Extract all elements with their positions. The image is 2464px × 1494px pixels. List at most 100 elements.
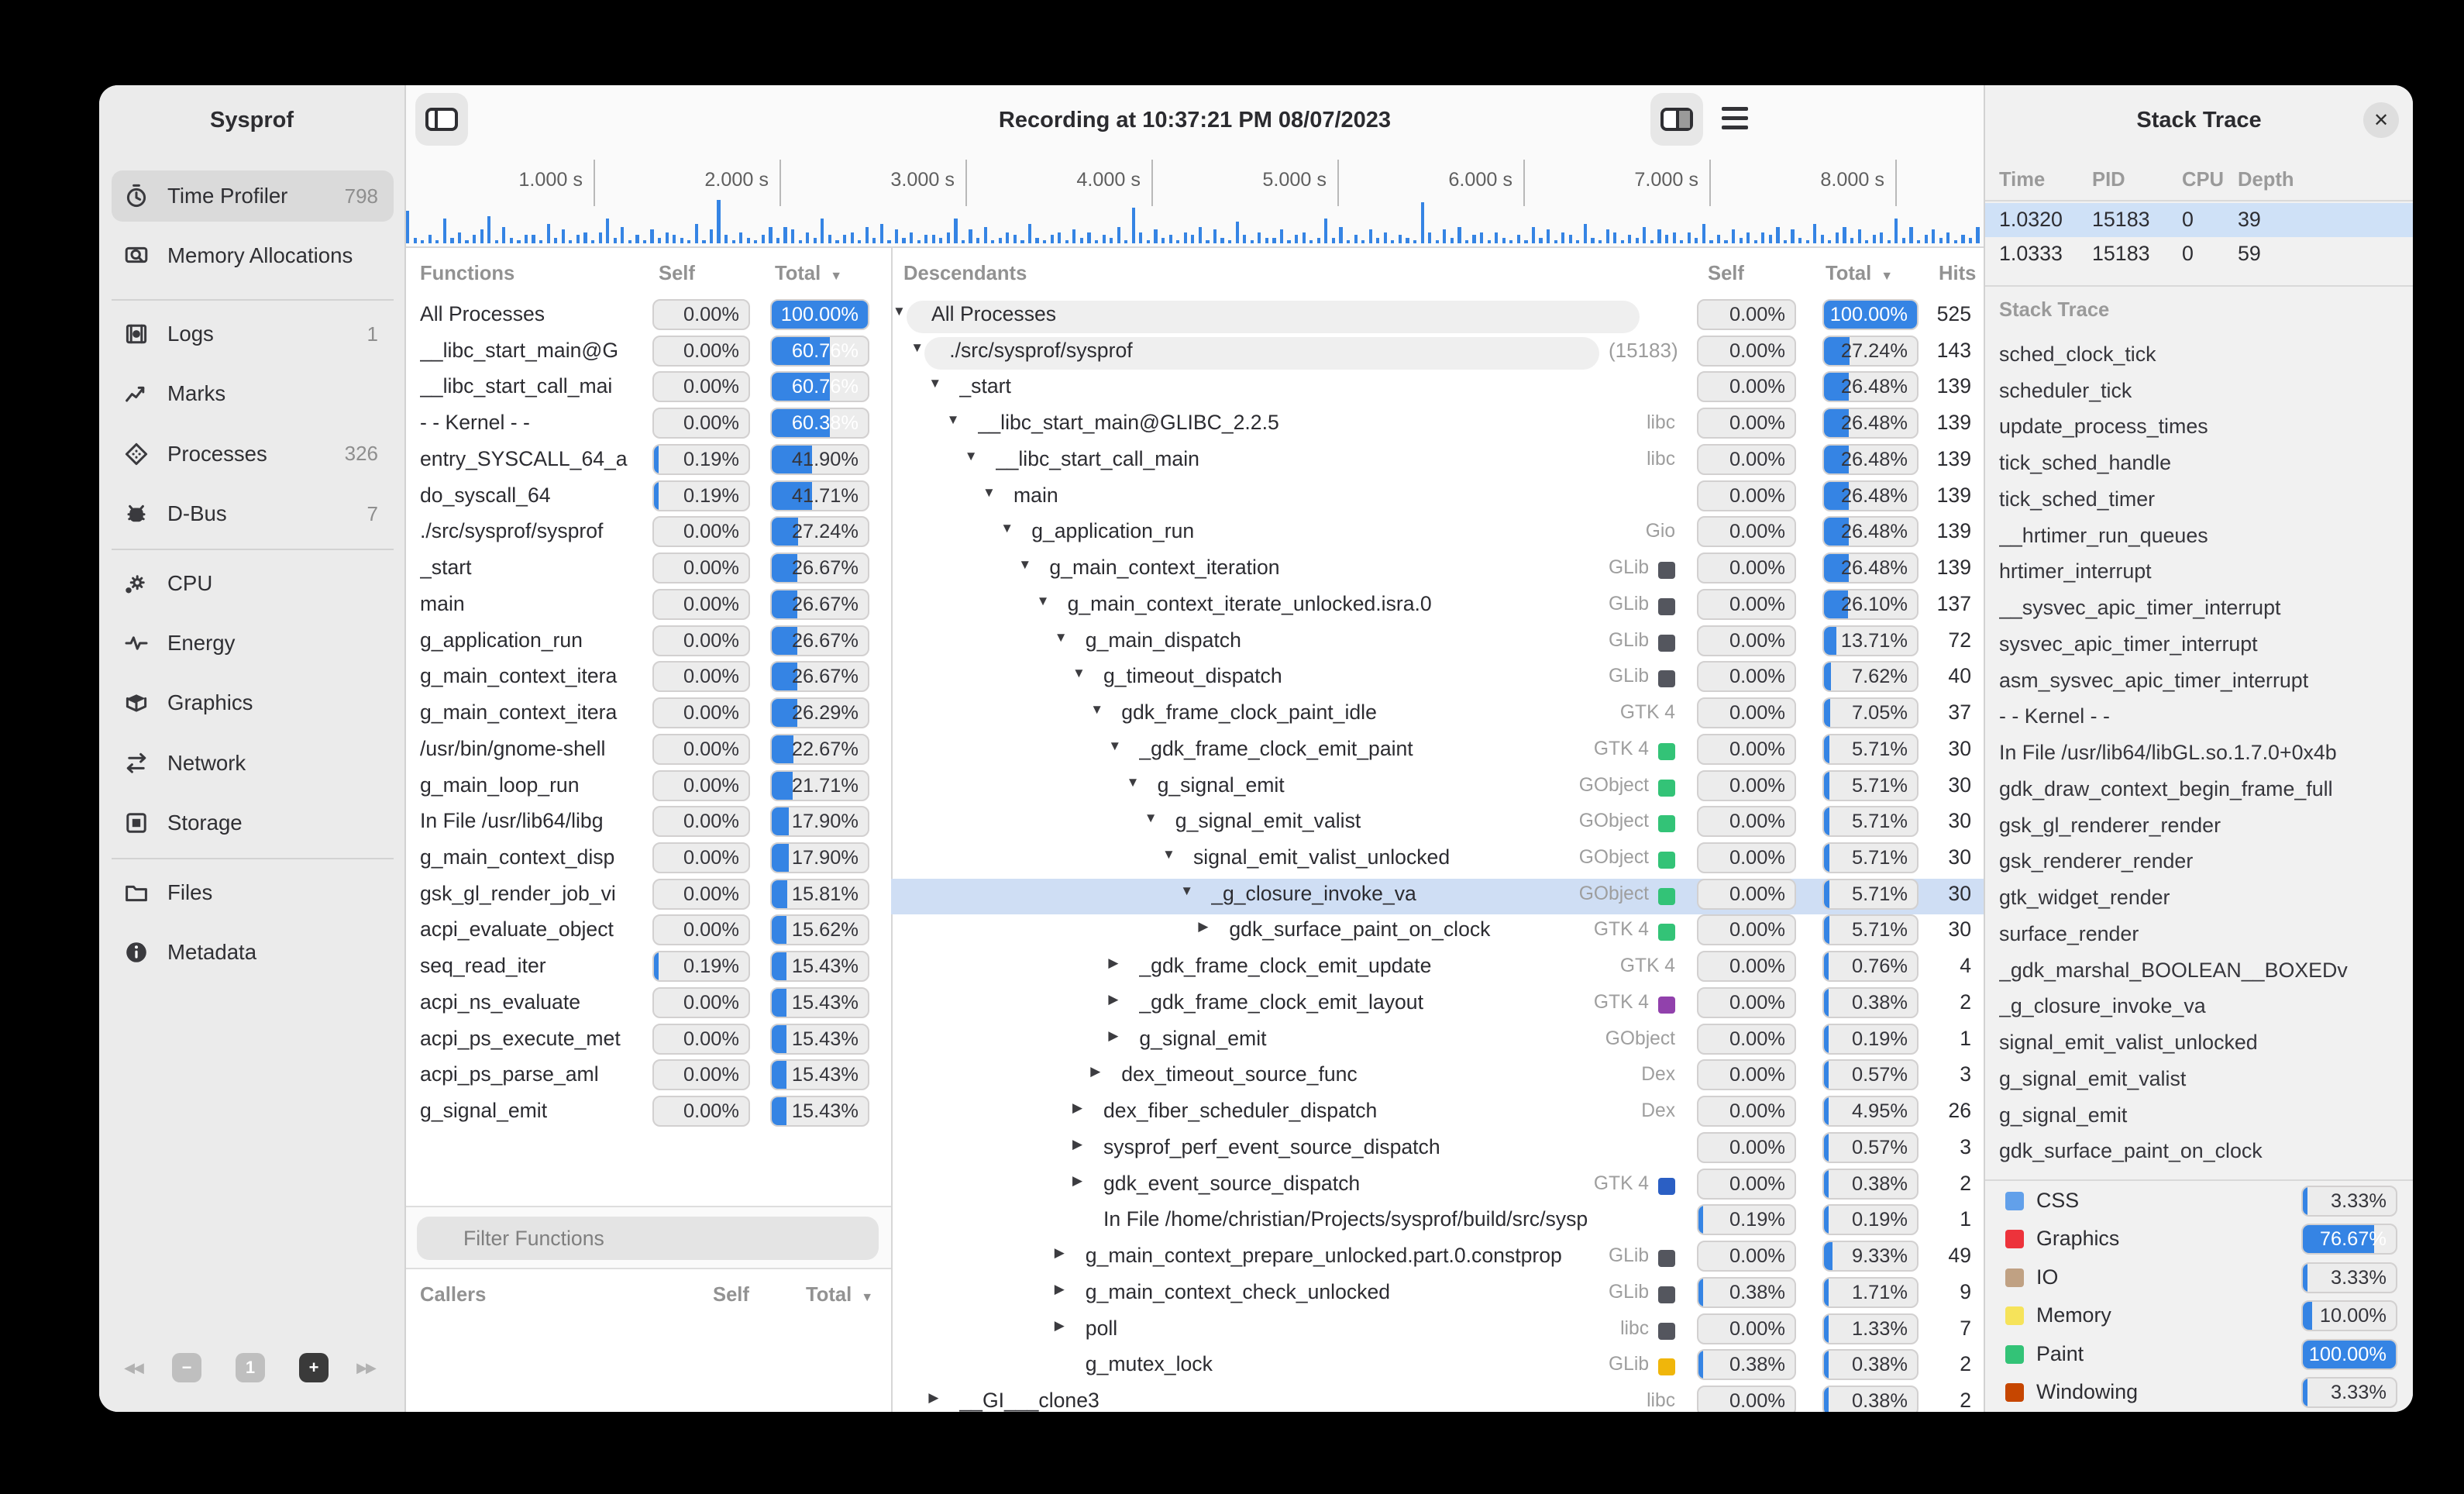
stack-frame[interactable]: tick_sched_handle xyxy=(1999,451,2407,487)
function-row[interactable]: gsk_gl_render_job_vi0.00%15.81% xyxy=(406,879,891,915)
expander-right-icon[interactable]: ▶ xyxy=(1072,1137,1082,1152)
tree-row[interactable]: ▼main0.00%26.48%139 xyxy=(891,480,1984,517)
tree-row[interactable]: ▼g_signal_emitGObject0.00%5.71%30 xyxy=(891,770,1984,807)
stack-frame[interactable]: __sysvec_apic_timer_interrupt xyxy=(1999,596,2407,632)
descendants-hits-header[interactable]: Hits xyxy=(1939,248,1976,299)
tree-row[interactable]: ▼./src/sysprof/sysprof(15183)0.00%27.24%… xyxy=(891,336,1984,372)
expander-down-icon[interactable]: ▼ xyxy=(965,449,978,464)
tree-row[interactable]: ▼_g_closure_invoke_vaGObject0.00%5.71%30 xyxy=(891,879,1984,915)
sidebar-item-memory-allocations[interactable]: Memory Allocations xyxy=(112,230,394,281)
stack-frame[interactable]: _gdk_marshal_BOOLEAN__BOXEDv xyxy=(1999,959,2407,995)
tree-row[interactable]: ▶dex_fiber_scheduler_dispatchDex0.00%4.9… xyxy=(891,1096,1984,1132)
cpu-column-header[interactable]: CPU xyxy=(2182,160,2224,200)
sidebar-toggle-button[interactable] xyxy=(415,93,468,146)
function-row[interactable]: acpi_ps_parse_aml0.00%15.43% xyxy=(406,1059,891,1096)
pid-column-header[interactable]: PID xyxy=(2092,160,2125,200)
sidebar-item-marks[interactable]: Marks xyxy=(112,368,394,419)
stack-frame[interactable]: gsk_gl_renderer_render xyxy=(1999,814,2407,850)
stack-frame[interactable]: surface_render xyxy=(1999,922,2407,959)
function-row[interactable]: g_application_run0.00%26.67% xyxy=(406,625,891,662)
stack-frame[interactable]: sysvec_apic_timer_interrupt xyxy=(1999,632,2407,669)
sidebar-item-graphics[interactable]: Graphics xyxy=(112,677,394,728)
tree-row[interactable]: ▶gdk_event_source_dispatchGTK 40.00%0.38… xyxy=(891,1169,1984,1205)
sidebar-item-processes[interactable]: Processes326 xyxy=(112,429,394,480)
expander-right-icon[interactable]: ▶ xyxy=(1108,955,1118,971)
expander-right-icon[interactable]: ▶ xyxy=(1108,992,1118,1007)
sidebar-item-cpu[interactable]: CPU xyxy=(112,558,394,609)
descendants-column-header[interactable]: Descendants xyxy=(903,248,1027,299)
function-row[interactable]: entry_SYSCALL_64_a0.19%41.90% xyxy=(406,444,891,480)
stack-frame[interactable]: gsk_renderer_render xyxy=(1999,849,2407,886)
zoom-in-button[interactable]: + xyxy=(299,1353,329,1382)
callers-self-header[interactable]: Self xyxy=(713,1269,749,1320)
tree-row[interactable]: ▼signal_emit_valist_unlockedGObject0.00%… xyxy=(891,842,1984,879)
last-page-button[interactable]: ▶▶ xyxy=(347,1353,384,1382)
sidebar-item-files[interactable]: Files xyxy=(112,867,394,918)
function-row[interactable]: /usr/bin/gnome-shell0.00%22.67% xyxy=(406,734,891,770)
function-row[interactable]: All Processes0.00%100.00% xyxy=(406,299,891,336)
descendants-self-header[interactable]: Self xyxy=(1708,248,1744,299)
function-row[interactable]: do_syscall_640.19%41.71% xyxy=(406,480,891,517)
tree-row[interactable]: ▼_gdk_frame_clock_emit_paintGTK 40.00%5.… xyxy=(891,734,1984,770)
function-row[interactable]: g_signal_emit0.00%15.43% xyxy=(406,1096,891,1132)
expander-down-icon[interactable]: ▼ xyxy=(1000,521,1013,536)
function-row[interactable]: seq_read_iter0.19%15.43% xyxy=(406,951,891,987)
expander-down-icon[interactable]: ▼ xyxy=(1180,883,1193,899)
function-row[interactable]: In File /usr/lib64/libg0.00%17.90% xyxy=(406,806,891,842)
stack-frame[interactable]: _g_closure_invoke_va xyxy=(1999,994,2407,1031)
tree-row[interactable]: ▼_start0.00%26.48%139 xyxy=(891,371,1984,408)
stack-frame[interactable]: asm_sysvec_apic_timer_interrupt xyxy=(1999,669,2407,705)
tree-row[interactable]: ▼g_signal_emit_valistGObject0.00%5.71%30 xyxy=(891,806,1984,842)
function-row[interactable]: - - Kernel - -0.00%60.38% xyxy=(406,408,891,444)
expander-down-icon[interactable]: ▼ xyxy=(928,376,941,391)
stack-frame[interactable]: g_signal_emit xyxy=(1999,1103,2407,1140)
first-page-button[interactable]: ◀◀ xyxy=(115,1353,152,1382)
stack-frame[interactable]: In File /usr/lib64/libGL.so.1.7.0+0x4b xyxy=(1999,741,2407,777)
function-row[interactable]: ./src/sysprof/sysprof0.00%27.24% xyxy=(406,516,891,553)
expander-right-icon[interactable]: ▶ xyxy=(1198,919,1208,935)
functions-total-header[interactable]: Total▼ xyxy=(775,248,842,299)
expander-down-icon[interactable]: ▼ xyxy=(910,340,924,356)
expander-down-icon[interactable]: ▼ xyxy=(1055,630,1068,645)
expander-right-icon[interactable]: ▶ xyxy=(1108,1028,1118,1044)
tree-row[interactable]: ▼g_main_dispatchGLib0.00%13.71%72 xyxy=(891,625,1984,662)
function-row[interactable]: g_main_context_itera0.00%26.67% xyxy=(406,661,891,697)
function-row[interactable]: __libc_start_main@G0.00%60.76% xyxy=(406,336,891,372)
tree-row[interactable]: ▼__libc_start_main@GLIBC_2.2.5libc0.00%2… xyxy=(891,408,1984,444)
filter-functions-input[interactable] xyxy=(417,1217,879,1260)
callers-total-header[interactable]: Total▼ xyxy=(806,1269,873,1320)
stack-frame[interactable]: gtk_widget_render xyxy=(1999,886,2407,922)
expander-down-icon[interactable]: ▼ xyxy=(1162,847,1175,862)
expander-right-icon[interactable]: ▶ xyxy=(1055,1318,1065,1334)
stack-frame[interactable]: update_process_times xyxy=(1999,415,2407,451)
stack-frame[interactable]: __hrtimer_run_queues xyxy=(1999,524,2407,560)
stack-sample-row[interactable]: 1.033315183059 xyxy=(1985,237,2413,271)
sidebar-item-d-bus[interactable]: D-Bus7 xyxy=(112,488,394,539)
stack-frame[interactable]: signal_emit_valist_unlocked xyxy=(1999,1031,2407,1067)
function-row[interactable]: main0.00%26.67% xyxy=(406,589,891,625)
tree-row[interactable]: ▼__libc_start_call_mainlibc0.00%26.48%13… xyxy=(891,444,1984,480)
function-row[interactable]: _start0.00%26.67% xyxy=(406,553,891,589)
expander-down-icon[interactable]: ▼ xyxy=(947,412,960,428)
callers-column-header[interactable]: Callers xyxy=(420,1269,486,1320)
function-row[interactable]: acpi_ns_evaluate0.00%15.43% xyxy=(406,987,891,1024)
stack-frame[interactable]: gdk_draw_context_begin_frame_full xyxy=(1999,777,2407,814)
tree-row[interactable]: ▶_gdk_frame_clock_emit_layoutGTK 40.00%0… xyxy=(891,987,1984,1024)
function-row[interactable]: acpi_ps_execute_met0.00%15.43% xyxy=(406,1024,891,1060)
tree-row[interactable]: ▼All Processes0.00%100.00%525 xyxy=(891,299,1984,336)
depth-column-header[interactable]: Depth xyxy=(2238,160,2294,200)
expander-down-icon[interactable]: ▼ xyxy=(1018,557,1031,573)
function-row[interactable]: __libc_start_call_mai0.00%60.76% xyxy=(406,371,891,408)
expander-right-icon[interactable]: ▶ xyxy=(1072,1100,1082,1116)
menu-button[interactable] xyxy=(1722,107,1748,132)
function-row[interactable]: g_main_context_disp0.00%17.90% xyxy=(406,842,891,879)
tree-row[interactable]: ▶sysprof_perf_event_source_dispatch0.00%… xyxy=(891,1132,1984,1169)
expander-down-icon[interactable]: ▼ xyxy=(1127,775,1140,790)
stack-frame[interactable]: tick_sched_timer xyxy=(1999,487,2407,524)
expander-right-icon[interactable]: ▶ xyxy=(928,1390,938,1406)
expander-down-icon[interactable]: ▼ xyxy=(1037,594,1050,609)
page-indicator[interactable]: 1 xyxy=(236,1353,265,1382)
tree-row[interactable]: ▼g_timeout_dispatchGLib0.00%7.62%40 xyxy=(891,661,1984,697)
tree-row[interactable]: g_mutex_lockGLib0.38%0.38%2 xyxy=(891,1349,1984,1386)
sidebar-item-storage[interactable]: Storage xyxy=(112,797,394,849)
